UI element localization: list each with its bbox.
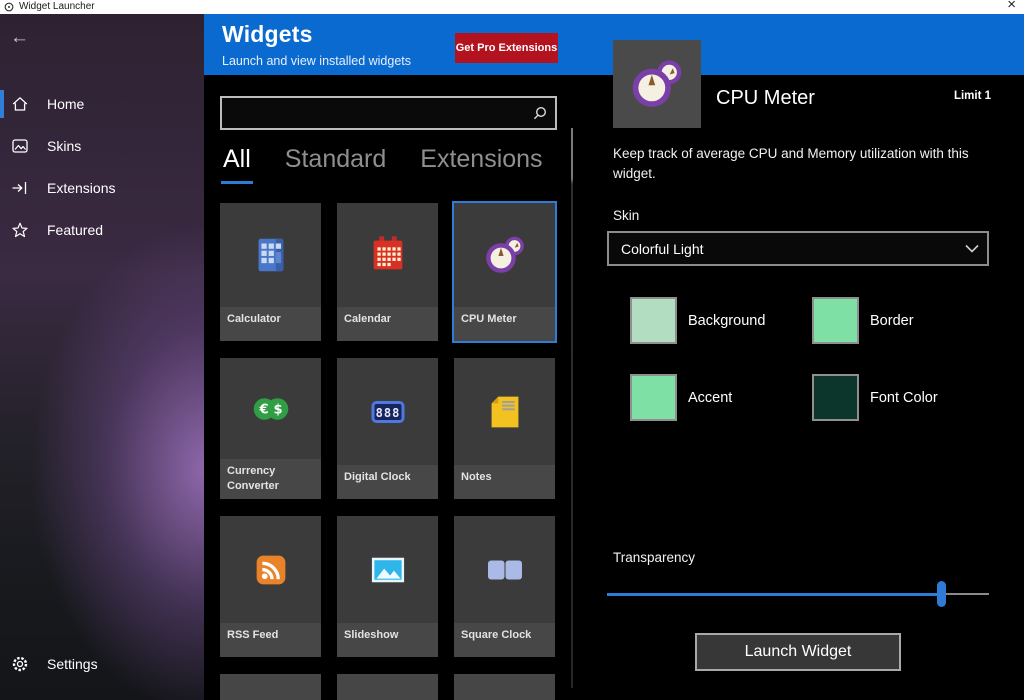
sidebar-item-label: Settings [47, 656, 98, 672]
widget-list-scrollbar[interactable] [571, 128, 573, 688]
slider-thumb[interactable] [937, 581, 946, 607]
skins-icon [11, 137, 29, 155]
skin-dropdown[interactable]: Colorful Light [607, 231, 989, 266]
back-button[interactable]: ← [10, 28, 29, 47]
widget-tile-label: Digital Clock [337, 465, 438, 499]
notes-icon [454, 358, 555, 465]
widget-launcher-window: Widget Launcher × ← Home Skins [0, 0, 1024, 700]
sidebar-item-label: Home [47, 96, 84, 112]
widget-tile-currency-converter[interactable]: € $ Currency Converter [220, 358, 321, 499]
transparency-slider[interactable] [607, 580, 989, 608]
swatch-label: Border [870, 313, 914, 329]
widget-tile-slideshow[interactable]: Slideshow [337, 516, 438, 657]
swatch-label: Font Color [870, 390, 938, 406]
sidebar-item-label: Featured [47, 222, 103, 238]
tab-all[interactable]: All [221, 145, 253, 184]
search-input[interactable] [222, 105, 529, 121]
get-pro-extensions-button[interactable]: Get Pro Extensions [455, 33, 558, 63]
swatch-label: Accent [688, 390, 732, 406]
widget-tile-label: Slideshow [337, 623, 438, 657]
widget-browser: All Standard Extensions [204, 75, 580, 700]
rss-feed-icon [220, 516, 321, 623]
widget-detail-title: CPU Meter [716, 87, 815, 110]
svg-text:€: € [258, 402, 268, 417]
widget-tile-label: CPU Meter [454, 307, 555, 341]
widget-details-panel: CPU Meter Limit 1 Keep track of average … [596, 75, 1024, 700]
background-swatch[interactable] [630, 297, 677, 344]
widget-description: Keep track of average CPU and Memory uti… [613, 144, 989, 183]
slider-fill [607, 593, 941, 596]
swatch-row: Accent Font Color [596, 374, 1024, 421]
cpu-meter-icon [454, 203, 555, 307]
widget-tile-notes[interactable]: Notes [454, 358, 555, 499]
sidebar-item-featured[interactable]: Featured [0, 209, 204, 251]
skin-label: Skin [613, 208, 639, 223]
filter-tabs: All Standard Extensions [221, 145, 545, 184]
widget-tile-digital-clock[interactable]: 888 Digital Clock [337, 358, 438, 499]
swatch-label: Background [688, 313, 765, 329]
sidebar-item-extensions[interactable]: Extensions [0, 167, 204, 209]
widget-tile-label: Notes [454, 465, 555, 499]
widget-tile-label: Square Clock [454, 623, 555, 657]
sidebar-item-skins[interactable]: Skins [0, 125, 204, 167]
widget-tile-square-clock[interactable]: Square Clock [454, 516, 555, 657]
sidebar: ← Home Skins Extens [0, 14, 204, 700]
widget-tile-partial[interactable] [337, 674, 438, 700]
cpu-meter-large-icon [613, 40, 701, 128]
widget-tile-label: Calendar [337, 307, 438, 341]
swatch-row: Background Border [596, 297, 1024, 344]
close-icon[interactable]: × [1007, 0, 1016, 12]
widget-grid: Calculator Calenda [220, 203, 555, 700]
calendar-icon [337, 203, 438, 307]
widget-limit-badge: Limit 1 [954, 90, 991, 102]
active-indicator [0, 90, 4, 118]
tab-standard[interactable]: Standard [283, 145, 388, 184]
font-color-option[interactable]: Font Color [812, 374, 938, 421]
widget-tile-partial[interactable] [220, 674, 321, 700]
titlebar: Widget Launcher × [0, 0, 1024, 14]
transparency-label: Transparency [613, 550, 695, 565]
widget-tile-calculator[interactable]: Calculator [220, 203, 321, 341]
widget-tile-rss-feed[interactable]: RSS Feed [220, 516, 321, 657]
tab-extensions[interactable]: Extensions [418, 145, 544, 184]
page-subtitle: Launch and view installed widgets [222, 54, 411, 68]
calculator-icon [220, 203, 321, 307]
app-logo-icon [4, 2, 14, 12]
window-title: Widget Launcher [19, 0, 95, 14]
home-icon [11, 95, 29, 113]
page-title: Widgets [222, 21, 313, 48]
chevron-down-icon [957, 244, 987, 253]
widget-tile-label: Currency Converter [220, 459, 321, 499]
widget-tile-label: Calculator [220, 307, 321, 341]
svg-text:$: $ [273, 402, 282, 417]
sidebar-item-label: Extensions [47, 180, 115, 196]
sidebar-item-label: Skins [47, 138, 81, 154]
svg-text:888: 888 [375, 406, 400, 420]
widget-tile-label: RSS Feed [220, 623, 321, 657]
sidebar-nav: Home Skins Extensions [0, 83, 204, 251]
slideshow-icon [337, 516, 438, 623]
widget-tile-calendar[interactable]: Calendar [337, 203, 438, 341]
currency-converter-icon: € $ [220, 358, 321, 459]
featured-icon [11, 221, 29, 239]
background-color-option[interactable]: Background [630, 297, 765, 344]
sidebar-item-home[interactable]: Home [0, 83, 204, 125]
widget-tile-cpu-meter[interactable]: CPU Meter [454, 203, 555, 341]
widget-tile-partial[interactable] [454, 674, 555, 700]
accent-swatch[interactable] [630, 374, 677, 421]
search-icon[interactable] [529, 103, 555, 123]
border-swatch[interactable] [812, 297, 859, 344]
settings-gear-icon [11, 655, 29, 673]
sidebar-item-settings[interactable]: Settings [0, 646, 204, 682]
accent-color-option[interactable]: Accent [630, 374, 732, 421]
skin-selected-value: Colorful Light [609, 241, 957, 257]
square-clock-icon [454, 516, 555, 623]
digital-clock-icon: 888 [337, 358, 438, 465]
border-color-option[interactable]: Border [812, 297, 914, 344]
extensions-icon [11, 179, 29, 197]
launch-widget-button[interactable]: Launch Widget [695, 633, 901, 671]
search-box [220, 96, 557, 130]
font-color-swatch[interactable] [812, 374, 859, 421]
